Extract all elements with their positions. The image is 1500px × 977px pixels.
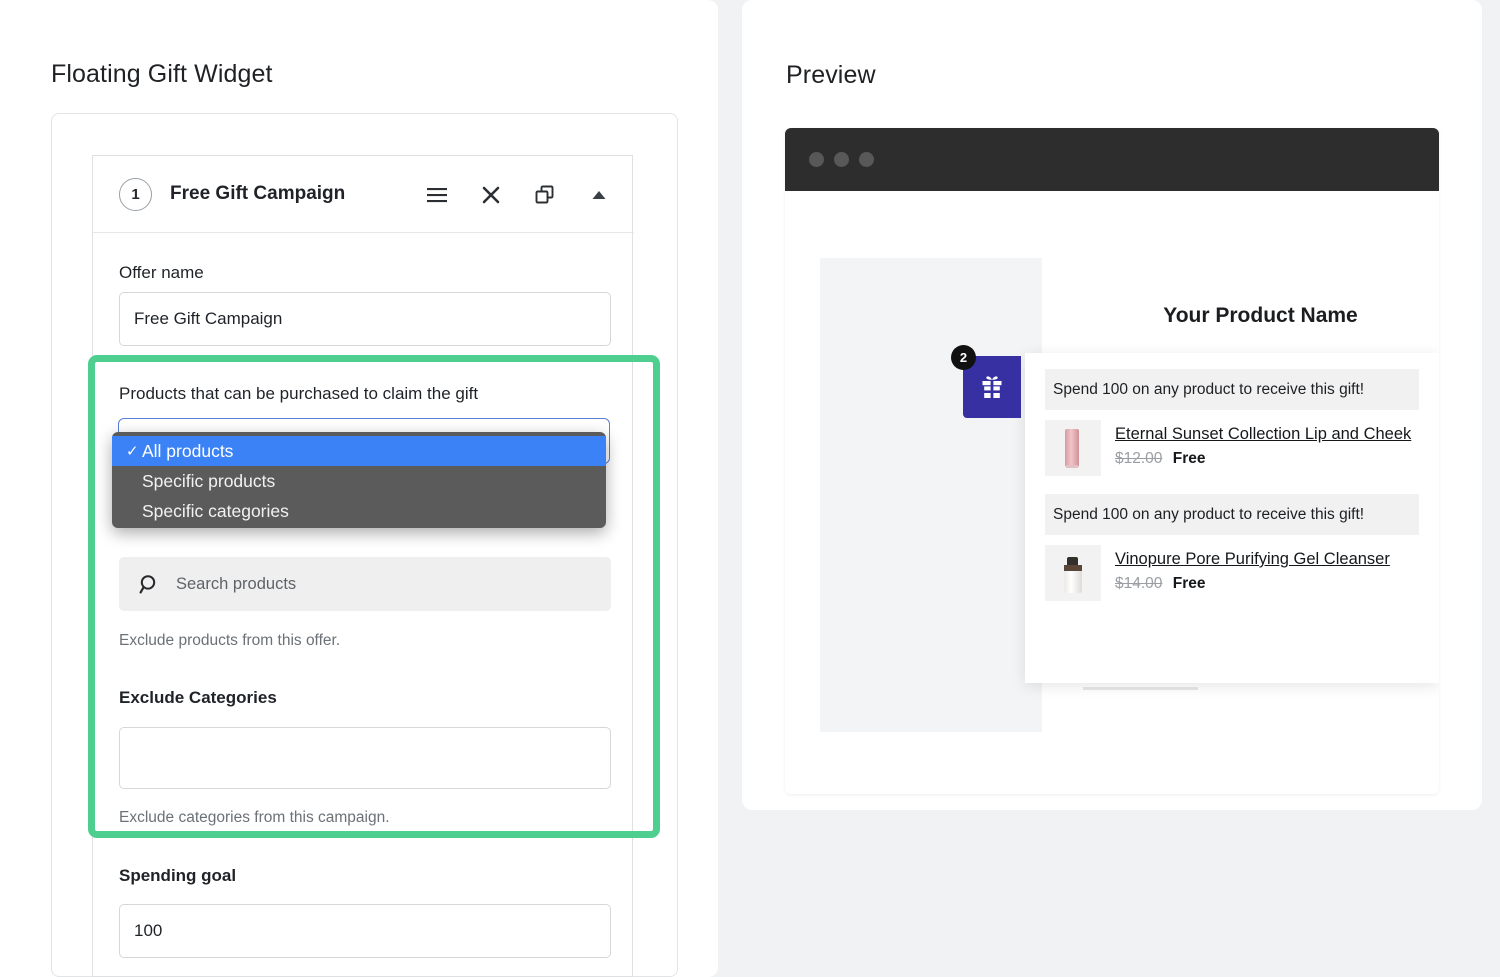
campaign-header-actions xyxy=(424,156,612,233)
gift-icon xyxy=(982,376,1002,399)
store-product-name: Your Product Name xyxy=(1163,304,1358,327)
gift-offer-item: Eternal Sunset Collection Lip and Cheek … xyxy=(1045,410,1419,488)
browser-title-bar xyxy=(785,128,1439,191)
page-title: Floating Gift Widget xyxy=(51,60,273,88)
hamburger-menu-icon[interactable] xyxy=(424,182,450,208)
gift-free-label: Free xyxy=(1172,574,1206,592)
exclude-products-helper: Exclude products from this offer. xyxy=(119,632,341,649)
dropdown-option-specific-categories[interactable]: Specific categories xyxy=(112,496,606,526)
gift-price-line: $12.00 Free xyxy=(1115,450,1411,468)
skeleton-line xyxy=(1083,687,1198,690)
search-products-input[interactable]: Search products xyxy=(119,557,611,611)
products-scope-label: Products that can be purchased to claim … xyxy=(119,384,479,403)
offer-name-input[interactable]: Free Gift Campaign xyxy=(119,292,611,346)
gift-product-link[interactable]: Vinopure Pore Purifying Gel Cleanser xyxy=(1115,546,1390,573)
window-minimize-dot[interactable] xyxy=(834,152,849,167)
exclude-categories-label: Exclude Categories xyxy=(119,688,277,707)
exclude-categories-input[interactable] xyxy=(119,727,611,789)
exclude-categories-helper: Exclude categories from this campaign. xyxy=(119,809,390,826)
preview-browser: Your Product Name 2 Spend 100 on any pro… xyxy=(785,128,1439,794)
chevron-up-icon[interactable] xyxy=(586,182,612,208)
offer-name-label: Offer name xyxy=(119,263,204,282)
spending-goal-label: Spending goal xyxy=(119,866,237,885)
duplicate-icon[interactable] xyxy=(532,182,558,208)
spending-goal-input[interactable]: 100 xyxy=(119,904,611,958)
dropdown-option-label: Specific products xyxy=(142,470,276,491)
dropdown-option-specific-products[interactable]: Specific products xyxy=(112,466,606,496)
close-icon[interactable] xyxy=(478,182,504,208)
gift-count-badge: 2 xyxy=(951,345,976,370)
campaign-number-badge: 1 xyxy=(119,177,152,211)
campaign-header: 1 Free Gift Campaign xyxy=(93,156,634,233)
settings-panel: Floating Gift Widget 1 Free Gift Campaig… xyxy=(0,0,718,977)
gift-product-info: Eternal Sunset Collection Lip and Cheek … xyxy=(1115,420,1411,476)
gift-original-price: $14.00 xyxy=(1115,574,1163,592)
dropdown-option-label: Specific categories xyxy=(142,500,289,521)
window-maximize-dot[interactable] xyxy=(859,152,874,167)
screen-root: Floating Gift Widget 1 Free Gift Campaig… xyxy=(0,0,1500,977)
offer-message: Spend 100 on any product to receive this… xyxy=(1045,369,1419,410)
products-scope-dropdown-menu[interactable]: ✓ All products Specific products Specifi… xyxy=(112,432,606,528)
offer-message: Spend 100 on any product to receive this… xyxy=(1045,494,1419,535)
gift-offers-popup: Spend 100 on any product to receive this… xyxy=(1025,353,1439,683)
preview-title: Preview xyxy=(786,61,876,89)
gift-product-thumbnail xyxy=(1045,545,1101,601)
product-hero-image xyxy=(820,258,1042,732)
gift-free-label: Free xyxy=(1172,449,1206,467)
campaign-title: Free Gift Campaign xyxy=(170,183,346,204)
search-icon xyxy=(139,574,156,593)
gift-offer-item: Vinopure Pore Purifying Gel Cleanser $14… xyxy=(1045,535,1419,613)
window-close-dot[interactable] xyxy=(809,152,824,167)
gift-product-thumbnail xyxy=(1045,420,1101,476)
check-icon: ✓ xyxy=(126,443,139,460)
gift-original-price: $12.00 xyxy=(1115,449,1163,467)
gift-product-info: Vinopure Pore Purifying Gel Cleanser $14… xyxy=(1115,545,1390,601)
gift-widget-launcher[interactable]: 2 xyxy=(951,345,1021,418)
dropdown-option-all-products[interactable]: ✓ All products xyxy=(112,436,606,466)
search-products-placeholder: Search products xyxy=(176,574,297,593)
gift-product-link[interactable]: Eternal Sunset Collection Lip and Cheek xyxy=(1115,421,1411,448)
campaign-card: 1 Free Gift Campaign Offer name Free Gif… xyxy=(92,155,634,977)
dropdown-option-label: All products xyxy=(142,440,234,461)
gift-price-line: $14.00 Free xyxy=(1115,575,1390,593)
